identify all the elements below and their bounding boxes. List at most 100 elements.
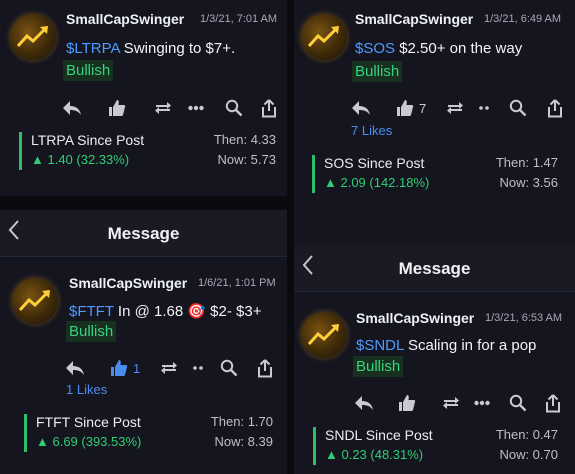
like-count: 1 [133,360,141,376]
sentiment-badge: Bullish [66,321,117,342]
reply-icon [352,101,370,115]
reply-icon [63,101,81,115]
like-button[interactable] [108,97,126,119]
avatar[interactable] [10,14,56,60]
share-icon [548,98,562,117]
avatar[interactable] [301,312,347,358]
like-button[interactable] [398,392,416,414]
reshare-icon [161,362,177,374]
then-price: Then: 1.47 [495,155,558,170]
likes-link[interactable]: 7 Likes [351,123,392,138]
share-icon [546,393,560,412]
thumbs-up-icon [111,360,128,376]
search-icon [220,359,238,377]
more-options-button[interactable] [188,97,204,119]
username[interactable]: SmallCapSwinger [66,11,184,27]
thumbs-up-icon [109,100,126,116]
reshare-button[interactable] [442,392,460,414]
search-icon [225,99,243,117]
more-options-button[interactable] [479,97,489,119]
username[interactable]: SmallCapSwinger [69,275,187,291]
now-price: Now: 3.56 [499,175,558,190]
search-icon [509,394,527,412]
reply-icon [355,396,373,410]
now-price: Now: 5.73 [217,152,276,167]
price-change: ▲ 2.09 (142.18%) [324,175,430,190]
message-text: Swinging to $7+. [119,40,236,57]
cashtag-link[interactable]: $SOS [355,40,395,57]
search-button[interactable] [509,97,527,119]
message-text: Scaling in for a pop [403,337,537,354]
sentiment-badge: Bullish [63,60,114,81]
reply-icon [66,361,84,375]
more-dots-icon [188,105,204,111]
reshare-button[interactable] [160,357,178,379]
share-button[interactable] [257,357,273,379]
then-price: Then: 1.70 [210,414,273,429]
like-count: 7 [419,100,427,116]
reply-button[interactable] [65,357,85,379]
like-button[interactable]: 7 [396,97,426,119]
timestamp: 1/3/21, 6:49 AM [484,13,562,25]
search-button[interactable] [509,392,527,414]
post-panel-sndl: Message SmallCapSwinger 1/3/21, 6:53 AM … [294,245,575,474]
reshare-button[interactable] [154,97,172,119]
since-post-card[interactable]: SOS Since Post ▲ 2.09 (142.18%) Then: 1.… [312,155,558,193]
share-icon [258,358,272,377]
post-panel-sos: SmallCapSwinger 1/3/21, 6:49 AM $SOS $2.… [294,0,575,254]
cashtag-link[interactable]: $SNDL [356,337,404,354]
message-body: $SOS $2.50+ on the way [355,40,522,57]
more-dots-icon [479,106,489,110]
more-options-button[interactable] [474,392,490,414]
since-post-title: SNDL Since Post [325,427,433,443]
search-button[interactable] [220,357,238,379]
search-button[interactable] [225,97,243,119]
reply-button[interactable] [62,97,82,119]
username[interactable]: SmallCapSwinger [355,11,473,27]
message-body: $FTFT In @ 1.68 🎯 $2- $3+ [69,302,261,320]
reshare-icon [443,397,459,409]
reply-button[interactable] [351,97,371,119]
since-post-title: LTRPA Since Post [31,132,145,148]
action-bar: 7 [351,97,571,119]
price-change: ▲ 0.23 (48.31%) [325,447,424,462]
message-header: Message [0,210,287,257]
cashtag-link[interactable]: $LTRPA [66,40,120,57]
trending-up-arrow-icon [16,26,48,48]
cashtag-link[interactable]: $FTFT [69,303,114,320]
trending-up-arrow-icon [307,26,339,48]
reply-button[interactable] [354,392,374,414]
sentiment-badge: Bullish [353,356,404,377]
reshare-icon [155,102,171,114]
then-price: Then: 0.47 [495,427,558,442]
reshare-icon [447,102,463,114]
likes-link[interactable]: 1 Likes [66,382,107,397]
share-button[interactable] [261,97,277,119]
message-body: $SNDL Scaling in for a pop [356,337,536,354]
post-panel-ltrpa: SmallCapSwinger 1/3/21, 7:01 AM $LTRPA S… [0,0,287,196]
more-dots-icon [474,400,490,406]
username[interactable]: SmallCapSwinger [356,310,474,326]
share-icon [262,98,276,117]
message-text: $2.50+ on the way [395,40,523,57]
since-post-title: FTFT Since Post [36,414,141,430]
reshare-button[interactable] [446,97,464,119]
page-title: Message [398,259,471,278]
page-title: Message [107,224,180,243]
like-button[interactable]: 1 [110,357,140,379]
thumbs-up-icon [399,395,416,411]
action-bar [62,97,282,119]
avatar[interactable] [301,14,347,60]
avatar[interactable] [12,278,58,324]
price-change: ▲ 6.69 (393.53%) [36,434,142,449]
since-post-card[interactable]: FTFT Since Post ▲ 6.69 (393.53%) Then: 1… [24,414,273,452]
action-bar [354,392,569,414]
more-options-button[interactable] [193,357,203,379]
since-post-card[interactable]: LTRPA Since Post ▲ 1.40 (32.33%) Then: 4… [19,132,276,170]
search-icon [509,99,527,117]
share-button[interactable] [545,392,561,414]
since-post-card[interactable]: SNDL Since Post ▲ 0.23 (48.31%) Then: 0.… [313,427,558,465]
since-post-title: SOS Since Post [324,155,425,171]
trending-up-arrow-icon [307,324,339,346]
share-button[interactable] [547,97,563,119]
